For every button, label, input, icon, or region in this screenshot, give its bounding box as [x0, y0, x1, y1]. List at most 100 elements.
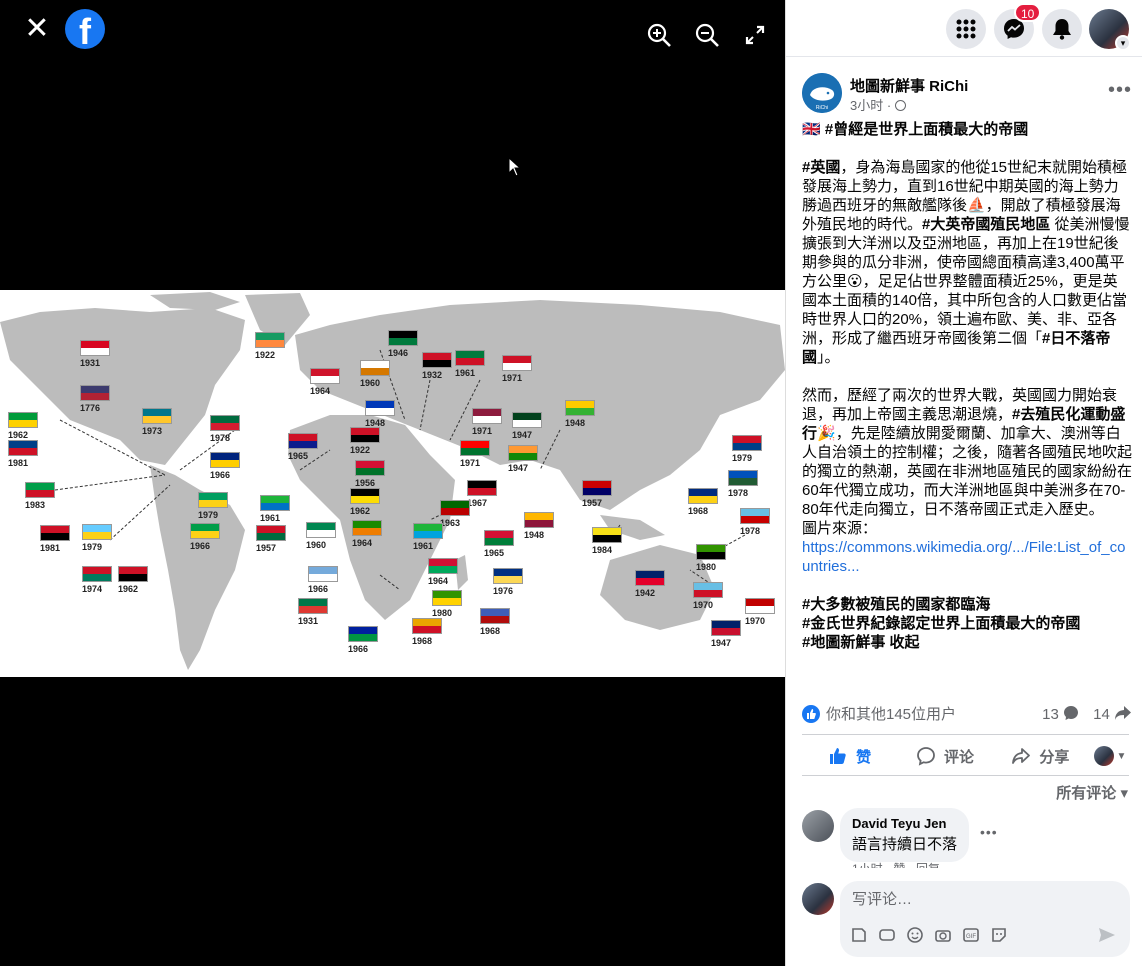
composer-avatar: [802, 883, 834, 915]
flag-year-label: 1960: [360, 378, 381, 388]
comment-bubble: David Teyu Jen 語言持續日不落: [840, 808, 970, 862]
account-avatar[interactable]: ▾: [1089, 9, 1131, 51]
comment-text: 語言持續日不落: [852, 836, 958, 853]
hashtag-link[interactable]: #金氏世界紀錄認定世界上面積最大的帝國: [802, 615, 1080, 632]
flag-year-label: 1956: [355, 478, 376, 488]
zoom-out-icon[interactable]: [694, 22, 720, 48]
comment-button[interactable]: 评论: [897, 738, 992, 774]
grid-menu-icon[interactable]: [946, 9, 986, 49]
gif-comment-icon[interactable]: [878, 926, 896, 944]
reaction-text[interactable]: 你和其他145位用户: [826, 706, 956, 723]
collapse-link[interactable]: 收起: [885, 634, 920, 651]
like-reaction-icon[interactable]: [802, 705, 820, 724]
flag-year-label: 1963: [440, 518, 461, 528]
fullscreen-icon[interactable]: [742, 22, 768, 48]
camera-icon[interactable]: [934, 926, 952, 944]
flag-year-label: 1932: [422, 370, 443, 380]
close-icon[interactable]: ✕: [22, 14, 52, 44]
comment-input[interactable]: [852, 889, 1112, 909]
comment-icon: [917, 747, 935, 766]
flag-year-label: 1971: [472, 426, 493, 436]
gif-icon[interactable]: GIF: [962, 926, 980, 944]
flag-icon: [310, 368, 340, 384]
flag-year-label: 1964: [310, 386, 331, 396]
photo-viewer: ✕ f 1931 1776 1922 1946 1960 1964 1932 1…: [0, 0, 785, 966]
hashtag-link[interactable]: #英國: [802, 159, 840, 176]
flag-icon: [565, 400, 595, 416]
flag-year-label: 1947: [711, 638, 732, 648]
messenger-badge: 10: [1014, 3, 1042, 22]
post-more-options[interactable]: •••: [1108, 79, 1132, 102]
commenter-avatar[interactable]: [802, 810, 834, 842]
hashtag-link[interactable]: #大英帝國殖民地區: [922, 216, 1050, 233]
flag-year-label: 1970: [693, 600, 714, 610]
flag-year-label: 1979: [732, 453, 753, 463]
thumbs-up-icon: [830, 748, 846, 764]
flag-icon: [306, 522, 336, 538]
post-time-text: 3小时 ·: [850, 98, 895, 113]
hashtag-link[interactable]: #地圖新鮮事: [802, 634, 885, 651]
flag-icon: [688, 488, 718, 504]
hashtag-link[interactable]: #大多數被殖民的國家都臨海: [802, 596, 990, 613]
emoji-icon[interactable]: [906, 926, 924, 944]
commenter-name[interactable]: David Teyu Jen: [852, 816, 957, 831]
flag-year-label: 1968: [480, 626, 501, 636]
chevron-down-icon: ▼: [1116, 750, 1127, 762]
share-button[interactable]: 分享: [993, 738, 1088, 774]
facebook-logo-icon[interactable]: f: [65, 9, 105, 49]
flag-year-label: 1981: [8, 458, 29, 468]
flag-year-label: 1960: [306, 540, 327, 550]
flag-year-label: 1942: [635, 588, 656, 598]
flag-icon: [80, 385, 110, 401]
flag-icon: [582, 480, 612, 496]
flag-icon: [118, 566, 148, 582]
source-label: 圖片來源：: [802, 520, 878, 537]
bell-icon[interactable]: [1042, 9, 1082, 49]
flag-icon: [745, 598, 775, 614]
flag-year-label: 1967: [467, 498, 488, 508]
flag-icon: [592, 527, 622, 543]
page-avatar[interactable]: RiChi: [802, 73, 842, 113]
flag-icon: [732, 435, 762, 451]
flag-year-label: 1947: [512, 430, 533, 440]
zoom-in-icon[interactable]: [646, 22, 672, 48]
flag-icon: [355, 460, 385, 476]
like-button[interactable]: 赞: [802, 738, 897, 774]
sticker-face-icon[interactable]: [990, 926, 1008, 944]
flag-year-label: 1979: [198, 510, 219, 520]
comment-label: 评论: [943, 748, 974, 766]
flag-year-label: 1946: [388, 348, 409, 358]
flag-year-label: 1978: [210, 433, 231, 443]
flag-icon: [432, 590, 462, 606]
send-icon[interactable]: [1098, 926, 1116, 944]
chevron-down-icon[interactable]: ▾: [1115, 35, 1131, 51]
flag-icon: [350, 427, 380, 443]
flag-icon: [40, 525, 70, 541]
page-name[interactable]: 地圖新鮮事 RiChi: [850, 75, 968, 96]
sticker-icon[interactable]: [850, 926, 868, 944]
comment-more-options[interactable]: •••: [980, 824, 998, 840]
flag-year-label: 1978: [728, 488, 749, 498]
divider: [802, 775, 1129, 776]
flag-icon: [288, 433, 318, 449]
flag-year-label: 1962: [8, 430, 29, 440]
flag-year-label: 1922: [255, 350, 276, 360]
flag-year-label: 1980: [696, 562, 717, 572]
flag-icon: [198, 492, 228, 508]
flag-icon: [210, 415, 240, 431]
flag-year-label: 1948: [565, 418, 586, 428]
comment-count[interactable]: 13: [1042, 706, 1059, 723]
post-side-panel: 10 ▾ RiChi 地圖新鮮事 RiChi 3小时 · ••• 🇬🇧 #曾經是…: [785, 0, 1142, 966]
post-image[interactable]: 1931 1776 1922 1946 1960 1964 1932 1961 1971 1962…: [0, 290, 785, 677]
flag-icon: [352, 520, 382, 536]
flag-icon: [255, 332, 285, 348]
reaction-avatar-selector[interactable]: ▼: [1088, 738, 1132, 774]
flag-year-label: 1974: [82, 584, 103, 594]
comment-filter-dropdown[interactable]: 所有评论 ▾: [1056, 782, 1128, 803]
share-count[interactable]: 14: [1093, 706, 1110, 723]
hashtag-link[interactable]: #曾經是世界上面積最大的帝國: [825, 121, 1028, 138]
source-link[interactable]: https://commons.wikimedia.org/.../File:L…: [802, 539, 1125, 575]
post-timestamp[interactable]: 3小时 ·: [850, 95, 906, 114]
flag-icon: [693, 582, 723, 598]
messenger-icon[interactable]: 10: [994, 3, 1042, 49]
